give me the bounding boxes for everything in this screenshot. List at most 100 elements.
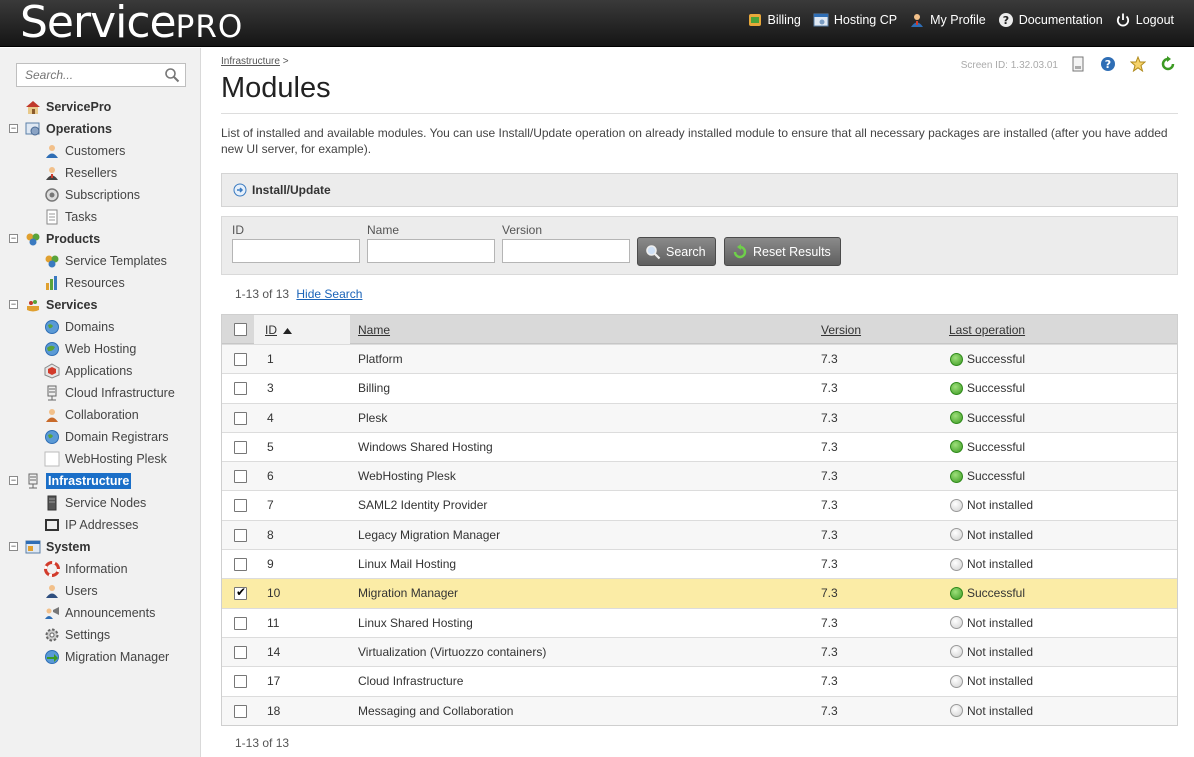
version-filter: Version — [502, 223, 630, 263]
name-filter-input[interactable] — [367, 239, 495, 263]
collapse-system-toggle[interactable]: − — [9, 542, 18, 551]
module-version: 7.3 — [821, 615, 838, 630]
action-bar: Install/Update — [221, 173, 1178, 207]
search-input[interactable] — [17, 64, 155, 86]
sidebar-item-users[interactable]: Users — [44, 581, 98, 601]
sidebar-item-webhosting-plesk[interactable]: WebHosting Plesk — [44, 449, 167, 469]
row-checkbox[interactable] — [234, 499, 247, 513]
success-check-icon — [950, 440, 963, 454]
sidebar-item-information[interactable]: Information — [44, 559, 128, 579]
sidebar-item-domains[interactable]: Domains — [44, 317, 114, 337]
sidebar-item-resellers[interactable]: Resellers — [44, 163, 117, 183]
collapse-operations-toggle[interactable]: − — [9, 124, 18, 133]
logout-link[interactable]: Logout — [1115, 12, 1174, 28]
version-filter-input[interactable] — [502, 239, 630, 263]
table-row[interactable]: 11 Linux Shared Hosting 7.3 Not installed — [222, 607, 1177, 637]
collaboration-icon — [46, 409, 58, 422]
table-row[interactable]: 3 Billing 7.3 Successful — [222, 373, 1177, 403]
sidebar-item-domain-registrars[interactable]: Domain Registrars — [44, 427, 169, 447]
reset-results-button[interactable]: Reset Results — [724, 237, 841, 266]
module-name: WebHosting Plesk — [358, 469, 456, 484]
sidebar-item-web-hosting[interactable]: Web Hosting — [44, 339, 136, 359]
name-column-header[interactable]: Name — [358, 323, 390, 337]
select-all-checkbox[interactable] — [234, 323, 247, 336]
refresh-icon[interactable] — [1160, 56, 1176, 72]
operations-icon — [25, 122, 40, 136]
table-row[interactable]: 10 Migration Manager 7.3 Successful — [222, 578, 1177, 608]
search-button[interactable]: Search — [637, 237, 716, 266]
sidebar-item-service-templates[interactable]: Service Templates — [44, 251, 167, 271]
table-row[interactable]: 6 WebHosting Plesk 7.3 Successful — [222, 461, 1177, 491]
breadcrumb-infrastructure-link[interactable]: Infrastructure — [221, 56, 280, 67]
table-row[interactable]: 18 Messaging and Collaboration 7.3 Not inst… — [222, 695, 1177, 725]
result-count-bottom: 1-13 of 13 — [235, 736, 290, 750]
sidebar-item-customers[interactable]: Customers — [44, 141, 125, 161]
documentation-link[interactable]: ? Documentation — [998, 12, 1103, 28]
collapse-products-toggle[interactable]: − — [9, 234, 18, 243]
billing-link[interactable]: Billing — [747, 12, 801, 28]
sidebar-item-servicepro[interactable]: ServicePro — [25, 97, 111, 117]
hosting-cp-link[interactable]: Hosting CP — [813, 12, 897, 28]
hide-search-link[interactable]: Hide Search — [296, 287, 362, 301]
breadcrumb: Infrastructure > — [221, 56, 289, 67]
collapse-services-toggle[interactable]: − — [9, 300, 18, 309]
print-icon[interactable] — [1070, 56, 1086, 72]
id-column-header[interactable]: ID — [265, 323, 277, 337]
row-checkbox[interactable] — [234, 411, 247, 425]
row-checkbox[interactable] — [234, 645, 247, 659]
id-filter-input[interactable] — [232, 239, 360, 263]
svg-text:?: ? — [1105, 58, 1111, 71]
last-operation-status: Not installed — [950, 616, 1033, 630]
sidebar-item-infrastructure[interactable]: Infrastructure — [25, 471, 132, 491]
sidebar-item-applications[interactable]: Applications — [44, 361, 132, 381]
collapse-infrastructure-toggle[interactable]: − — [9, 476, 18, 485]
row-checkbox[interactable] — [234, 382, 247, 396]
sidebar-item-service-nodes[interactable]: Service Nodes — [44, 493, 146, 513]
row-checkbox[interactable] — [234, 470, 247, 484]
announcement-icon — [45, 607, 59, 619]
row-checkbox[interactable] — [234, 440, 247, 454]
last-operation-column-header[interactable]: Last operation — [949, 323, 1025, 337]
table-row[interactable]: 8 Legacy Migration Manager 7.3 Not installe… — [222, 519, 1177, 550]
sidebar-item-migration-manager[interactable]: Migration Manager — [44, 647, 169, 667]
sidebar-item-operations[interactable]: Operations — [25, 119, 112, 139]
table-row[interactable]: 5 Windows Shared Hosting 7.3 Successful — [222, 431, 1177, 462]
last-operation-status: Not installed — [950, 528, 1033, 542]
help-circle-icon[interactable]: ? — [1100, 56, 1116, 72]
table-row[interactable]: 7 SAML2 Identity Provider 7.3 Not installed — [222, 490, 1177, 520]
row-checkbox[interactable] — [234, 585, 247, 601]
version-column-header[interactable]: Version — [821, 323, 861, 337]
row-checkbox[interactable] — [234, 558, 247, 572]
row-checkbox[interactable] — [234, 528, 247, 542]
sidebar-item-settings[interactable]: Settings — [44, 625, 110, 645]
sidebar-item-system[interactable]: System — [25, 537, 90, 557]
sidebar-item-ip-addresses[interactable]: IP Addresses — [44, 515, 138, 535]
plesk-icon — [44, 451, 60, 467]
sidebar-item-cloud-infrastructure[interactable]: Cloud Infrastructure — [44, 383, 175, 403]
server-icon — [47, 495, 57, 511]
my-profile-link[interactable]: My Profile — [909, 12, 986, 28]
sidebar-item-tasks[interactable]: Tasks — [44, 207, 97, 227]
module-name: Linux Shared Hosting — [358, 615, 473, 630]
sidebar-item-announcements[interactable]: Announcements — [44, 603, 155, 623]
row-checkbox[interactable] — [234, 616, 247, 630]
module-id: 1 — [267, 352, 274, 366]
sidebar-item-resources[interactable]: Resources — [44, 273, 125, 293]
favorite-star-icon[interactable] — [1130, 56, 1146, 72]
sidebar-item-subscriptions[interactable]: Subscriptions — [44, 185, 140, 205]
sidebar-item-collaboration[interactable]: Collaboration — [44, 405, 139, 425]
search-icon[interactable] — [164, 67, 180, 83]
sidebar-item-services[interactable]: Services — [25, 295, 97, 315]
row-checkbox[interactable] — [234, 675, 247, 689]
sidebar-item-products[interactable]: Products — [25, 229, 100, 249]
app-logo[interactable]: ServicePRO — [20, 0, 243, 47]
module-version: 7.3 — [821, 439, 838, 454]
table-row[interactable]: 4 Plesk 7.3 Successful — [222, 402, 1177, 432]
row-checkbox[interactable] — [234, 353, 247, 366]
row-checkbox[interactable] — [234, 704, 247, 718]
table-row[interactable]: 1 Platform 7.3 Successful — [222, 344, 1177, 374]
table-row[interactable]: 17 Cloud Infrastructure 7.3 Not installed — [222, 666, 1177, 696]
install-update-button[interactable]: Install/Update — [252, 183, 331, 197]
table-row[interactable]: 9 Linux Mail Hosting 7.3 Not installed — [222, 549, 1177, 579]
table-row[interactable]: 14 Virtualization (Virtuozzo containers) 7… — [222, 636, 1177, 667]
